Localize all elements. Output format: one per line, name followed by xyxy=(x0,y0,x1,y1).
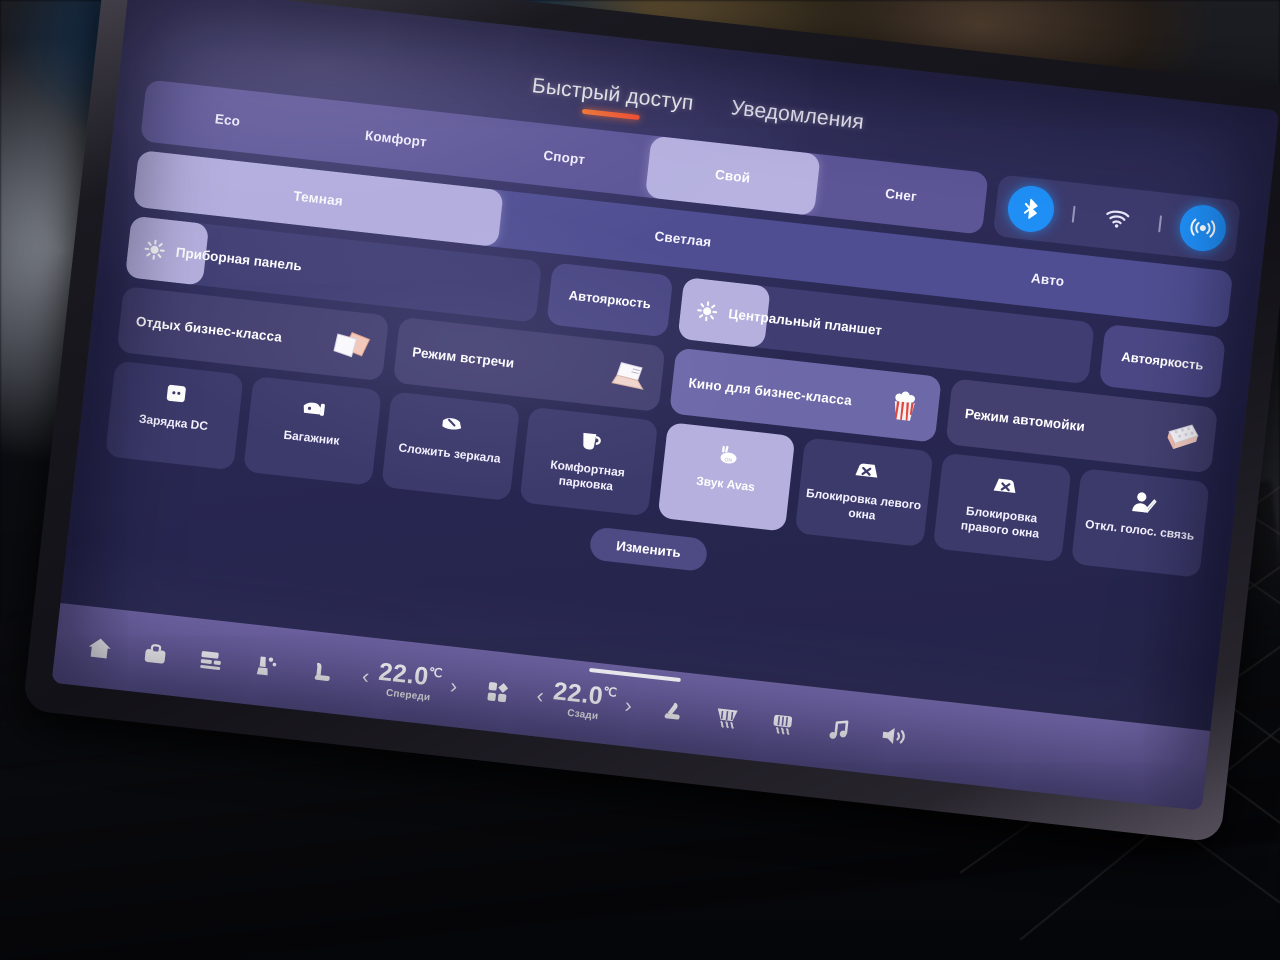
sponge-icon xyxy=(1167,424,1199,450)
wifi-toggle[interactable] xyxy=(1092,193,1143,244)
climate-rear-decrease[interactable]: ‹ xyxy=(535,684,545,709)
connectivity-divider-1 xyxy=(1072,205,1076,223)
brightness-sun-icon xyxy=(144,239,165,260)
scene-business-rest-label: Отдых бизнес-класса xyxy=(135,313,283,345)
seat-icon xyxy=(314,662,330,681)
svg-text:ON: ON xyxy=(724,457,733,464)
connectivity-divider-2 xyxy=(1157,214,1162,232)
display-glass: Быстрый доступ Уведомления Eco Комфорт С… xyxy=(51,0,1280,811)
laptop-icon xyxy=(611,361,644,390)
climate-front-increase[interactable]: › xyxy=(449,675,459,700)
drive-mode-eco[interactable]: Eco xyxy=(140,79,315,159)
dock-rear-defrost-button[interactable] xyxy=(754,709,812,739)
climate-rear-increase[interactable]: › xyxy=(623,694,634,719)
popcorn-icon xyxy=(894,391,916,421)
apps-grid-icon xyxy=(487,682,508,703)
bag-icon xyxy=(144,644,166,664)
tile-trunk-label: Багажник xyxy=(282,427,341,448)
photo-frame: Быстрый доступ Уведомления Eco Комфорт С… xyxy=(0,0,1280,960)
avas-sound-icon: ON xyxy=(712,440,745,470)
seat-massage-icon xyxy=(256,656,277,676)
home-icon xyxy=(88,638,111,659)
trunk-icon xyxy=(298,394,331,424)
wifi-icon xyxy=(1105,210,1129,228)
bluetooth-toggle[interactable] xyxy=(1005,183,1057,235)
climate-rear[interactable]: ‹ 22.0℃ Сзади › xyxy=(523,676,646,727)
dock-seat-recline-button[interactable] xyxy=(642,696,700,726)
left-window-lock-icon xyxy=(850,456,883,486)
drive-mode-snow[interactable]: Снег xyxy=(813,154,988,234)
dock-cards-button[interactable] xyxy=(182,645,240,675)
scene-car-wash-label: Режим автомойки xyxy=(964,405,1086,434)
cards-icon xyxy=(200,651,221,670)
tile-dc-charge-label: Зарядка DC xyxy=(138,411,209,434)
right-window-lock-icon xyxy=(988,471,1021,501)
climate-rear-value: 22.0℃ xyxy=(551,677,618,711)
comfort-parking-icon xyxy=(574,425,607,455)
front-defrost-icon xyxy=(718,708,738,729)
tile-trunk[interactable]: Багажник xyxy=(242,375,382,486)
home-indicator[interactable] xyxy=(588,667,681,683)
tile-comfort-parking[interactable]: Комфортная парковка xyxy=(519,406,658,517)
display-bezel: Быстрый доступ Уведомления Eco Комфорт С… xyxy=(22,0,1280,843)
dc-charge-icon xyxy=(160,379,193,409)
center-autobrightness-button[interactable]: Автояркость xyxy=(1098,323,1226,399)
climate-front-unit: ℃ xyxy=(428,664,444,681)
climate-front[interactable]: ‹ 22.0℃ Спереди › xyxy=(348,657,471,708)
volume-icon xyxy=(882,728,906,744)
dock-front-defrost-button[interactable] xyxy=(698,702,756,732)
brightness-sun-icon xyxy=(697,300,718,321)
music-icon xyxy=(829,720,849,739)
tile-left-window-lock[interactable]: Блокировка левого окна xyxy=(795,437,934,548)
voice-off-icon xyxy=(1126,487,1159,517)
drive-mode-custom[interactable]: Свой xyxy=(645,135,821,216)
dock-seat-massage-button[interactable] xyxy=(238,651,296,681)
tile-dc-charge[interactable]: Зарядка DC xyxy=(104,360,244,471)
dock-bag-button[interactable] xyxy=(126,639,184,669)
climate-front-readout: 22.0℃ Спереди xyxy=(376,658,444,705)
dock-home-button[interactable] xyxy=(71,633,129,663)
climate-rear-readout: 22.0℃ Сзади xyxy=(550,677,618,724)
hotspot-icon xyxy=(1190,218,1216,238)
hotspot-toggle[interactable] xyxy=(1177,202,1229,254)
tile-right-window-lock[interactable]: Блокировка правого окна xyxy=(933,452,1072,563)
drive-mode-sport[interactable]: Спорт xyxy=(477,117,652,197)
dock-spacer xyxy=(922,739,1190,769)
climate-rear-unit: ℃ xyxy=(602,684,618,700)
display-assembly: Быстрый доступ Уведомления Eco Комфорт С… xyxy=(7,0,1280,960)
drive-mode-comfort[interactable]: Комфорт xyxy=(308,98,483,178)
dock-apps-button[interactable] xyxy=(468,677,526,707)
tile-fold-mirrors-label: Сложить зеркала xyxy=(397,440,502,466)
tile-fold-mirrors[interactable]: Сложить зеркала xyxy=(380,391,520,502)
tile-avas-sound-label: Звук Avas xyxy=(695,473,756,495)
tile-comfort-parking-label: Комфортная парковка xyxy=(549,457,626,493)
seat-recline-icon xyxy=(664,702,680,720)
cluster-autobrightness-button[interactable]: Автояркость xyxy=(546,262,674,338)
climate-front-zone: Спереди xyxy=(385,687,431,704)
climate-rear-zone: Сзади xyxy=(566,707,599,723)
mirror-fold-icon xyxy=(436,410,469,440)
bluetooth-icon xyxy=(1023,198,1038,219)
edit-button[interactable]: Изменить xyxy=(588,526,709,573)
tile-voice-call-off-label: Откл. голос. связь xyxy=(1084,516,1195,543)
tile-right-window-lock-label: Блокировка правого окна xyxy=(960,503,1040,541)
dock-seat-button[interactable] xyxy=(293,657,351,687)
tile-left-window-lock-label: Блокировка левого окна xyxy=(805,485,922,523)
tile-avas-sound[interactable]: ON Звук Avas xyxy=(657,422,796,532)
dock-volume-button[interactable] xyxy=(865,721,923,751)
infotainment-ui: Быстрый доступ Уведомления Eco Комфорт С… xyxy=(51,0,1280,811)
rear-defrost-icon xyxy=(773,714,793,735)
dock-music-button[interactable] xyxy=(809,715,867,745)
climate-front-decrease[interactable]: ‹ xyxy=(361,665,371,690)
tile-voice-call-off[interactable]: Откл. голос. связь xyxy=(1071,468,1210,578)
scene-meeting-mode-label: Режим встречи xyxy=(411,343,516,371)
scene-business-cinema-label: Кино для бизнес-класса xyxy=(687,374,853,408)
pillow-icon xyxy=(333,331,371,358)
